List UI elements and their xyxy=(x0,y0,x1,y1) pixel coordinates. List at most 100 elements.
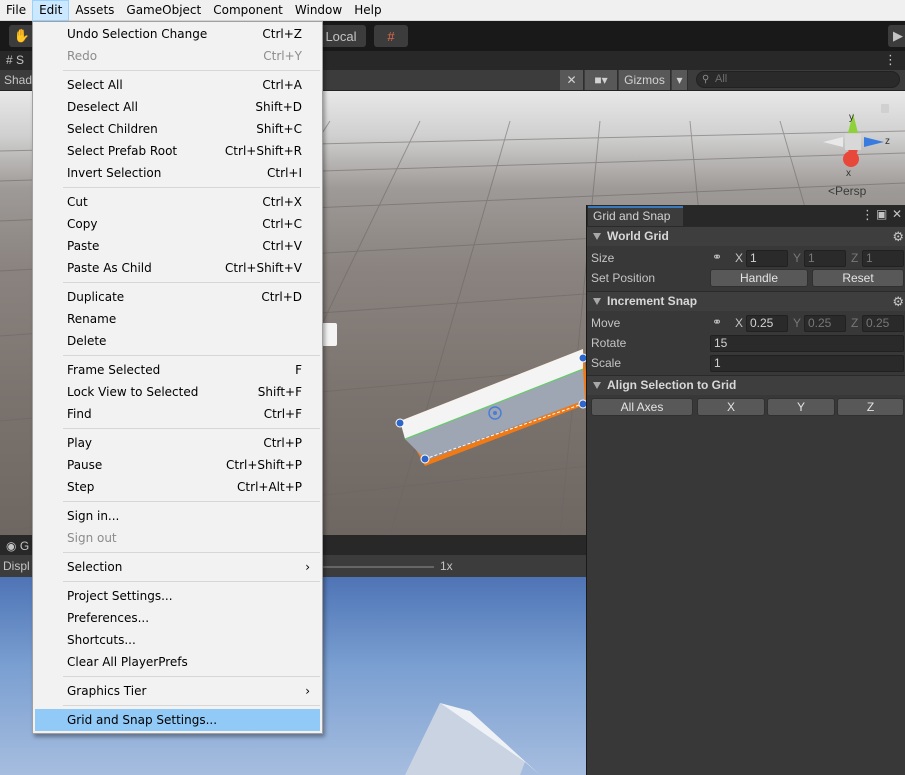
align-x-button[interactable]: X xyxy=(697,398,765,416)
menu-item-play[interactable]: Play Ctrl+P xyxy=(35,432,320,454)
menu-separator xyxy=(63,705,320,706)
menu-component[interactable]: Component xyxy=(207,0,289,21)
gear-icon[interactable]: ⚙ xyxy=(892,292,904,311)
reset-button[interactable]: Reset xyxy=(812,269,904,287)
align-all-axes-button[interactable]: All Axes xyxy=(591,398,693,416)
menu-item-undo[interactable]: Undo Selection Change Ctrl+Z xyxy=(35,23,320,45)
menu-item-shortcut: Ctrl+D xyxy=(261,290,302,304)
link-icon[interactable]: ⚭ xyxy=(712,250,722,264)
align-y-button[interactable]: Y xyxy=(767,398,835,416)
menu-item-select-prefab-root[interactable]: Select Prefab Root Ctrl+Shift+R xyxy=(35,140,320,162)
size-x-field[interactable]: 1 xyxy=(746,250,788,267)
menu-item-cut[interactable]: Cut Ctrl+X xyxy=(35,191,320,213)
menu-item-project-settings[interactable]: Project Settings... xyxy=(35,585,320,607)
menu-window[interactable]: Window xyxy=(289,0,348,21)
scene-options-icon[interactable]: ⋮ xyxy=(884,52,897,68)
menu-item-step[interactable]: Step Ctrl+Alt+P xyxy=(35,476,320,498)
menu-edit[interactable]: Edit xyxy=(32,0,70,21)
world-grid-title: World Grid xyxy=(607,229,669,243)
game-tab[interactable]: ◉ G xyxy=(6,539,29,553)
menu-item-shortcut: Ctrl+P xyxy=(263,436,302,450)
menu-item-shortcut: Ctrl+A xyxy=(262,78,302,92)
menu-item-label: Copy xyxy=(67,217,98,231)
maximize-icon[interactable]: ▣ xyxy=(876,207,887,221)
menu-item-shortcut: Ctrl+Z xyxy=(262,27,302,41)
menu-item-frame-selected[interactable]: Frame Selected F xyxy=(35,359,320,381)
link-icon[interactable]: ⚭ xyxy=(712,315,722,329)
menu-item-graphics-tier[interactable]: Graphics Tier › xyxy=(35,680,320,702)
scene-tools-button[interactable]: ✕ xyxy=(560,70,584,90)
menu-item-label: Selection xyxy=(67,560,123,574)
menu-item-sign-out: Sign out xyxy=(35,527,320,549)
scene-tab[interactable]: # S xyxy=(6,53,24,67)
menu-item-shortcut: Ctrl+Alt+P xyxy=(237,480,302,494)
grid-snap-toggle[interactable]: # xyxy=(374,25,408,47)
menu-help[interactable]: Help xyxy=(348,0,387,21)
selected-object[interactable] xyxy=(395,349,590,466)
menu-item-grid-snap-settings[interactable]: Grid and Snap Settings... xyxy=(35,709,320,731)
menu-item-label: Shortcuts... xyxy=(67,633,136,647)
gear-icon[interactable]: ⚙ xyxy=(892,227,904,246)
menu-item-clear-playerprefs[interactable]: Clear All PlayerPrefs xyxy=(35,651,320,673)
grid-snap-tab[interactable]: Grid and Snap xyxy=(588,206,683,226)
menu-item-delete[interactable]: Delete xyxy=(35,330,320,352)
menu-item-duplicate[interactable]: Duplicate Ctrl+D xyxy=(35,286,320,308)
menu-item-copy[interactable]: Copy Ctrl+C xyxy=(35,213,320,235)
menu-item-find[interactable]: Find Ctrl+F xyxy=(35,403,320,425)
align-z-button[interactable]: Z xyxy=(837,398,904,416)
menu-item-select-children[interactable]: Select Children Shift+C xyxy=(35,118,320,140)
move-x-field[interactable]: 0.25 xyxy=(746,315,788,332)
menu-bar: File Edit Assets GameObject Component Wi… xyxy=(0,0,905,21)
menu-item-select-all[interactable]: Select All Ctrl+A xyxy=(35,74,320,96)
menu-item-rename[interactable]: Rename xyxy=(35,308,320,330)
menu-item-label: Invert Selection xyxy=(67,166,162,180)
play-icon: ▶ xyxy=(893,28,903,43)
scale-slider[interactable] xyxy=(322,566,434,568)
menu-file[interactable]: File xyxy=(0,0,32,21)
menu-item-shortcuts[interactable]: Shortcuts... xyxy=(35,629,320,651)
menu-item-paste-as-child[interactable]: Paste As Child Ctrl+Shift+V xyxy=(35,257,320,279)
align-selection-header[interactable]: Align Selection to Grid xyxy=(587,375,905,395)
menu-item-redo: Redo Ctrl+Y xyxy=(35,45,320,67)
gizmos-label: Gizmos xyxy=(624,73,665,87)
gizmos-dropdown[interactable]: ▾ xyxy=(672,70,688,90)
camera-button[interactable]: ■▾ xyxy=(585,70,618,90)
size-y-field: 1 xyxy=(804,250,846,267)
menu-assets[interactable]: Assets xyxy=(69,0,120,21)
rotate-label: Rotate xyxy=(591,336,627,350)
menu-gameobject[interactable]: GameObject xyxy=(120,0,207,21)
chevron-down-icon: ▾ xyxy=(676,73,683,87)
menu-item-label: Select Children xyxy=(67,122,158,136)
display-dropdown[interactable]: Displ xyxy=(3,559,30,573)
projection-label[interactable]: <Persp xyxy=(828,184,866,198)
shading-mode-dropdown[interactable]: Shad xyxy=(4,73,32,87)
menu-item-label: Sign in... xyxy=(67,509,120,523)
menu-item-deselect-all[interactable]: Deselect All Shift+D xyxy=(35,96,320,118)
menu-item-label: Select Prefab Root xyxy=(67,144,178,158)
scene-search-input[interactable]: ⚲ All xyxy=(696,71,900,88)
menu-item-paste[interactable]: Paste Ctrl+V xyxy=(35,235,320,257)
menu-item-shortcut: Ctrl+Y xyxy=(263,49,302,63)
increment-snap-header[interactable]: Increment Snap ⚙ xyxy=(587,291,905,311)
increment-snap-title: Increment Snap xyxy=(607,294,698,308)
rotate-field[interactable]: 15 xyxy=(710,335,904,352)
scale-field[interactable]: 1 xyxy=(710,355,904,372)
menu-item-label: Graphics Tier xyxy=(67,684,147,698)
pivot-rotation-toggle[interactable]: Local xyxy=(316,25,366,47)
scene-search-placeholder: All xyxy=(715,73,728,85)
size-y-label: Y xyxy=(793,251,802,265)
panel-options-icon[interactable]: ⋮ xyxy=(861,207,874,223)
lock-icon[interactable] xyxy=(881,104,889,113)
menu-item-preferences[interactable]: Preferences... xyxy=(35,607,320,629)
gizmos-button[interactable]: Gizmos xyxy=(619,70,671,90)
menu-item-selection[interactable]: Selection › xyxy=(35,556,320,578)
menu-item-pause[interactable]: Pause Ctrl+Shift+P xyxy=(35,454,320,476)
menu-item-sign-in[interactable]: Sign in... xyxy=(35,505,320,527)
menu-item-lock-view[interactable]: Lock View to Selected Shift+F xyxy=(35,381,320,403)
world-grid-header[interactable]: World Grid ⚙ xyxy=(587,226,905,246)
close-icon[interactable]: ✕ xyxy=(892,207,902,221)
handle-button[interactable]: Handle xyxy=(710,269,808,287)
play-button[interactable]: ▶ xyxy=(888,25,905,47)
menu-item-invert-selection[interactable]: Invert Selection Ctrl+I xyxy=(35,162,320,184)
menu-item-shortcut: Ctrl+I xyxy=(267,166,302,180)
